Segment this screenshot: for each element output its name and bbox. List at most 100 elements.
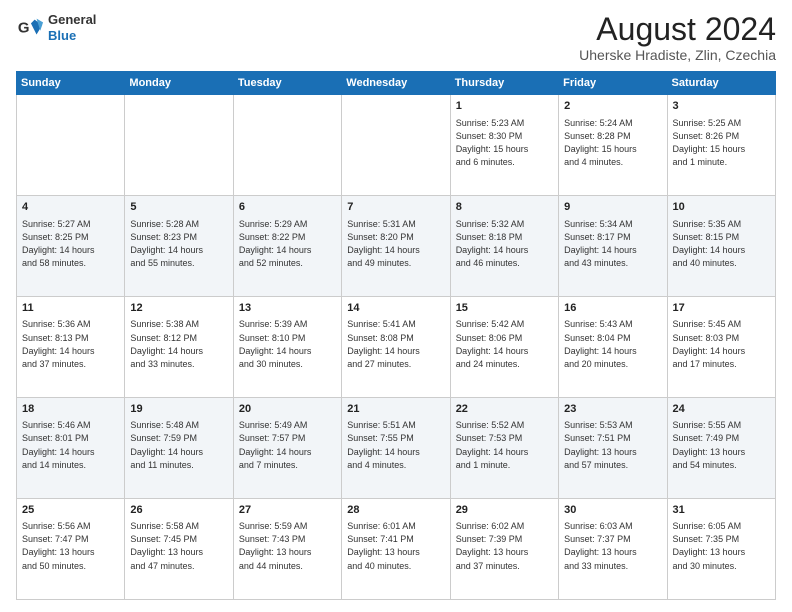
day-number: 16	[564, 301, 661, 316]
day-info: Sunrise: 5:25 AM Sunset: 8:26 PM Dayligh…	[673, 117, 770, 169]
day-info: Sunrise: 5:27 AM Sunset: 8:25 PM Dayligh…	[22, 218, 119, 270]
day-number: 15	[456, 301, 553, 316]
day-info: Sunrise: 5:42 AM Sunset: 8:06 PM Dayligh…	[456, 318, 553, 370]
weekday-header-row: SundayMondayTuesdayWednesdayThursdayFrid…	[17, 72, 776, 95]
day-info: Sunrise: 5:29 AM Sunset: 8:22 PM Dayligh…	[239, 218, 336, 270]
calendar-cell: 11 Sunrise: 5:36 AM Sunset: 8:13 PM Dayli…	[17, 297, 125, 398]
week-row-2: 4 Sunrise: 5:27 AM Sunset: 8:25 PM Daylig…	[17, 196, 776, 297]
day-number: 11	[22, 301, 119, 316]
day-number: 4	[22, 200, 119, 215]
day-number: 13	[239, 301, 336, 316]
day-info: Sunrise: 5:51 AM Sunset: 7:55 PM Dayligh…	[347, 419, 444, 471]
day-number: 30	[564, 503, 661, 518]
day-number: 28	[347, 503, 444, 518]
day-info: Sunrise: 6:03 AM Sunset: 7:37 PM Dayligh…	[564, 520, 661, 572]
logo-line1: General	[48, 12, 96, 28]
day-number: 31	[673, 503, 770, 518]
day-info: Sunrise: 5:46 AM Sunset: 8:01 PM Dayligh…	[22, 419, 119, 471]
calendar-cell: 24 Sunrise: 5:55 AM Sunset: 7:49 PM Dayli…	[667, 398, 775, 499]
day-info: Sunrise: 5:43 AM Sunset: 8:04 PM Dayligh…	[564, 318, 661, 370]
calendar-cell: 4 Sunrise: 5:27 AM Sunset: 8:25 PM Daylig…	[17, 196, 125, 297]
day-number: 24	[673, 402, 770, 417]
calendar-cell: 28 Sunrise: 6:01 AM Sunset: 7:41 PM Dayli…	[342, 499, 450, 600]
day-info: Sunrise: 5:39 AM Sunset: 8:10 PM Dayligh…	[239, 318, 336, 370]
day-number: 3	[673, 99, 770, 114]
calendar-cell: 1Sunrise: 5:23 AM Sunset: 8:30 PM Daylig…	[450, 95, 558, 196]
calendar-cell: 2Sunrise: 5:24 AM Sunset: 8:28 PM Daylig…	[559, 95, 667, 196]
calendar-cell: 31 Sunrise: 6:05 AM Sunset: 7:35 PM Dayli…	[667, 499, 775, 600]
day-info: Sunrise: 5:56 AM Sunset: 7:47 PM Dayligh…	[22, 520, 119, 572]
calendar-cell: 13 Sunrise: 5:39 AM Sunset: 8:10 PM Dayli…	[233, 297, 341, 398]
week-row-3: 11 Sunrise: 5:36 AM Sunset: 8:13 PM Dayli…	[17, 297, 776, 398]
day-number: 6	[239, 200, 336, 215]
calendar-cell: 20 Sunrise: 5:49 AM Sunset: 7:57 PM Dayli…	[233, 398, 341, 499]
day-number: 2	[564, 99, 661, 114]
calendar-cell: 14 Sunrise: 5:41 AM Sunset: 8:08 PM Dayli…	[342, 297, 450, 398]
calendar-cell: 21 Sunrise: 5:51 AM Sunset: 7:55 PM Dayli…	[342, 398, 450, 499]
weekday-header-sunday: Sunday	[17, 72, 125, 95]
calendar-cell: 22 Sunrise: 5:52 AM Sunset: 7:53 PM Dayli…	[450, 398, 558, 499]
weekday-header-thursday: Thursday	[450, 72, 558, 95]
logo-text: General Blue	[48, 12, 96, 43]
day-info: Sunrise: 5:45 AM Sunset: 8:03 PM Dayligh…	[673, 318, 770, 370]
weekday-header-wednesday: Wednesday	[342, 72, 450, 95]
calendar-cell: 16 Sunrise: 5:43 AM Sunset: 8:04 PM Dayli…	[559, 297, 667, 398]
calendar-cell	[233, 95, 341, 196]
calendar-cell	[342, 95, 450, 196]
day-info: Sunrise: 6:05 AM Sunset: 7:35 PM Dayligh…	[673, 520, 770, 572]
calendar-cell: 10Sunrise: 5:35 AM Sunset: 8:15 PM Dayli…	[667, 196, 775, 297]
day-number: 7	[347, 200, 444, 215]
day-info: Sunrise: 5:38 AM Sunset: 8:12 PM Dayligh…	[130, 318, 227, 370]
calendar-cell: 8Sunrise: 5:32 AM Sunset: 8:18 PM Daylig…	[450, 196, 558, 297]
day-info: Sunrise: 5:35 AM Sunset: 8:15 PM Dayligh…	[673, 218, 770, 270]
day-number: 23	[564, 402, 661, 417]
day-number: 12	[130, 301, 227, 316]
subtitle: Uherske Hradiste, Zlin, Czechia	[579, 47, 776, 63]
calendar-cell	[125, 95, 233, 196]
day-number: 29	[456, 503, 553, 518]
day-number: 14	[347, 301, 444, 316]
day-number: 21	[347, 402, 444, 417]
day-info: Sunrise: 5:36 AM Sunset: 8:13 PM Dayligh…	[22, 318, 119, 370]
logo-icon: G	[16, 14, 44, 42]
day-number: 5	[130, 200, 227, 215]
calendar-cell: 19Sunrise: 5:48 AM Sunset: 7:59 PM Dayli…	[125, 398, 233, 499]
weekday-header-monday: Monday	[125, 72, 233, 95]
calendar-cell: 3 Sunrise: 5:25 AM Sunset: 8:26 PM Daylig…	[667, 95, 775, 196]
day-info: Sunrise: 5:52 AM Sunset: 7:53 PM Dayligh…	[456, 419, 553, 471]
calendar: SundayMondayTuesdayWednesdayThursdayFrid…	[16, 71, 776, 600]
logo-line2: Blue	[48, 28, 96, 44]
day-number: 17	[673, 301, 770, 316]
week-row-5: 25 Sunrise: 5:56 AM Sunset: 7:47 PM Dayli…	[17, 499, 776, 600]
day-number: 19	[130, 402, 227, 417]
day-info: Sunrise: 5:32 AM Sunset: 8:18 PM Dayligh…	[456, 218, 553, 270]
day-number: 9	[564, 200, 661, 215]
title-block: August 2024 Uherske Hradiste, Zlin, Czec…	[579, 12, 776, 63]
day-number: 1	[456, 99, 553, 114]
day-info: Sunrise: 6:01 AM Sunset: 7:41 PM Dayligh…	[347, 520, 444, 572]
calendar-cell: 27 Sunrise: 5:59 AM Sunset: 7:43 PM Dayli…	[233, 499, 341, 600]
day-number: 20	[239, 402, 336, 417]
day-number: 22	[456, 402, 553, 417]
calendar-cell: 18Sunrise: 5:46 AM Sunset: 8:01 PM Dayli…	[17, 398, 125, 499]
day-number: 25	[22, 503, 119, 518]
day-info: Sunrise: 5:55 AM Sunset: 7:49 PM Dayligh…	[673, 419, 770, 471]
day-info: Sunrise: 5:41 AM Sunset: 8:08 PM Dayligh…	[347, 318, 444, 370]
day-number: 27	[239, 503, 336, 518]
header: G General Blue August 2024 Uherske Hradi…	[16, 12, 776, 63]
calendar-cell: 9Sunrise: 5:34 AM Sunset: 8:17 PM Daylig…	[559, 196, 667, 297]
day-info: Sunrise: 5:49 AM Sunset: 7:57 PM Dayligh…	[239, 419, 336, 471]
calendar-cell: 25 Sunrise: 5:56 AM Sunset: 7:47 PM Dayli…	[17, 499, 125, 600]
logo: G General Blue	[16, 12, 96, 43]
calendar-cell: 29 Sunrise: 6:02 AM Sunset: 7:39 PM Dayli…	[450, 499, 558, 600]
day-info: Sunrise: 6:02 AM Sunset: 7:39 PM Dayligh…	[456, 520, 553, 572]
week-row-1: 1Sunrise: 5:23 AM Sunset: 8:30 PM Daylig…	[17, 95, 776, 196]
day-number: 26	[130, 503, 227, 518]
day-info: Sunrise: 5:58 AM Sunset: 7:45 PM Dayligh…	[130, 520, 227, 572]
calendar-cell: 6 Sunrise: 5:29 AM Sunset: 8:22 PM Daylig…	[233, 196, 341, 297]
calendar-cell: 12 Sunrise: 5:38 AM Sunset: 8:12 PM Dayli…	[125, 297, 233, 398]
day-info: Sunrise: 5:59 AM Sunset: 7:43 PM Dayligh…	[239, 520, 336, 572]
day-info: Sunrise: 5:31 AM Sunset: 8:20 PM Dayligh…	[347, 218, 444, 270]
page: G General Blue August 2024 Uherske Hradi…	[0, 0, 792, 612]
weekday-header-tuesday: Tuesday	[233, 72, 341, 95]
